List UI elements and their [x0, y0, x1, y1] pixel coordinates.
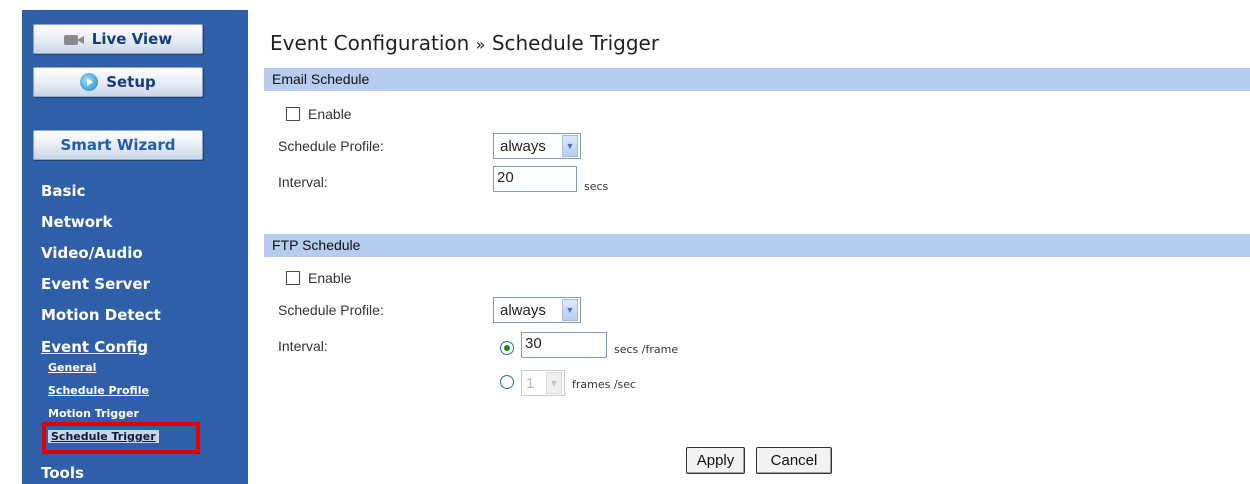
sidebar: Live View Setup Smart Wizard Basic Netwo… — [0, 0, 248, 484]
play-circle-icon — [80, 73, 99, 91]
sidebar-subitem-general[interactable]: General — [48, 361, 96, 374]
sidebar-item-event-server[interactable]: Event Server — [41, 275, 150, 293]
ftp-schedule-profile-select[interactable]: always ▼ — [493, 297, 581, 323]
chevron-down-icon: ▼ — [562, 135, 578, 157]
active-item-highlight — [42, 422, 200, 454]
chevron-down-icon: ▼ — [562, 299, 578, 321]
email-schedule-profile-value: always — [500, 137, 546, 155]
sidebar-item-network[interactable]: Network — [41, 213, 112, 231]
cancel-button[interactable]: Cancel — [756, 447, 832, 474]
page-title-sub: Schedule Trigger — [491, 31, 660, 55]
email-interval-label: Interval: — [278, 174, 328, 190]
smart-wizard-label: Smart Wizard — [60, 136, 176, 154]
ftp-schedule-profile-value: always — [500, 301, 546, 319]
ftp-interval-frames-radio[interactable] — [500, 375, 514, 389]
setup-button[interactable]: Setup — [33, 67, 203, 97]
ftp-interval-label: Interval: — [278, 338, 328, 354]
email-schedule-profile-label: Schedule Profile: — [278, 138, 384, 154]
sidebar-item-basic[interactable]: Basic — [41, 182, 86, 200]
chevron-down-icon: ▼ — [546, 372, 562, 394]
ftp-interval-frames-unit: frames /sec — [572, 378, 637, 391]
email-schedule-profile-select[interactable]: always ▼ — [493, 133, 581, 159]
live-view-button[interactable]: Live View — [33, 24, 203, 54]
email-schedule-header: Email Schedule — [264, 68, 1250, 91]
sidebar-item-motion-detect[interactable]: Motion Detect — [41, 306, 161, 324]
ftp-enable-checkbox[interactable] — [286, 271, 300, 285]
sidebar-subitem-motion-trigger[interactable]: Motion Trigger — [48, 407, 139, 420]
sidebar-item-tools[interactable]: Tools — [41, 464, 84, 482]
ftp-schedule-profile-label: Schedule Profile: — [278, 302, 384, 318]
ftp-interval-secs-unit: secs /frame — [614, 343, 679, 356]
ftp-interval-frames-select[interactable]: 1 ▼ — [521, 370, 565, 396]
breadcrumb-separator: » — [475, 35, 486, 54]
email-interval-input[interactable]: 20 — [493, 166, 577, 192]
sidebar-subitem-schedule-profile[interactable]: Schedule Profile — [48, 384, 149, 397]
setup-label: Setup — [106, 73, 156, 91]
ftp-interval-secs-input[interactable]: 30 — [521, 332, 607, 358]
apply-button[interactable]: Apply — [686, 447, 745, 474]
live-view-label: Live View — [91, 30, 173, 48]
page-title-main: Event Configuration — [270, 31, 470, 55]
ftp-schedule-header: FTP Schedule — [264, 234, 1250, 257]
ftp-enable-label: Enable — [308, 270, 352, 286]
email-interval-unit: secs — [584, 180, 609, 193]
ftp-interval-secs-radio[interactable] — [500, 341, 514, 355]
sidebar-item-event-config[interactable]: Event Config — [41, 338, 148, 356]
camera-icon — [63, 32, 84, 46]
sidebar-item-video-audio[interactable]: Video/Audio — [41, 244, 143, 262]
email-enable-checkbox[interactable] — [286, 107, 300, 121]
smart-wizard-button[interactable]: Smart Wizard — [33, 130, 203, 160]
page-title: Event Configuration » Schedule Trigger — [270, 31, 659, 55]
email-enable-label: Enable — [308, 106, 352, 122]
ftp-interval-frames-value: 1 — [526, 374, 535, 392]
